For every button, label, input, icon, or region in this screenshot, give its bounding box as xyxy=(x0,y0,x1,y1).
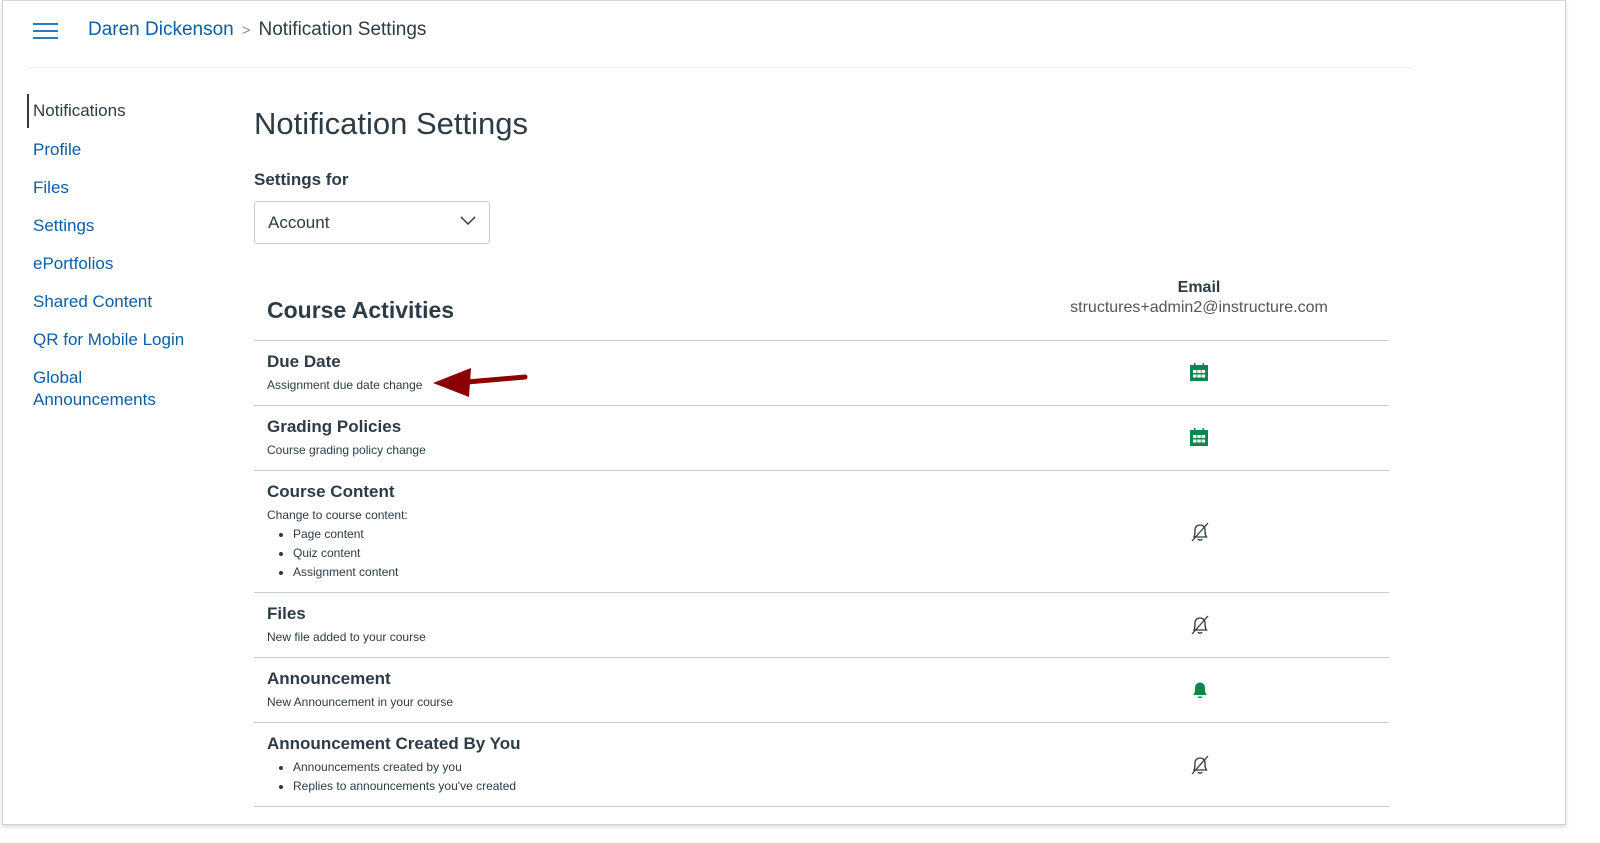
breadcrumb-current: Notification Settings xyxy=(258,19,427,40)
sidebar-item-notifications[interactable]: Notifications xyxy=(27,94,227,128)
notification-row: Due Date Assignment due date change xyxy=(254,341,1389,406)
sidebar-item-files[interactable]: Files xyxy=(27,177,227,199)
bullet-item: Replies to announcements you've created xyxy=(293,777,1376,796)
sidebar-item-shared-content[interactable]: Shared Content xyxy=(27,291,227,313)
notification-row: Announcement New Announcement in your cou… xyxy=(254,658,1389,723)
hamburger-menu-icon[interactable] xyxy=(33,23,58,41)
breadcrumb-user-link[interactable]: Daren Dickenson xyxy=(88,19,234,40)
sidebar-item-qr-login[interactable]: QR for Mobile Login xyxy=(27,329,227,351)
bullet-item: Announcements created by you xyxy=(293,758,1376,777)
header-divider xyxy=(27,67,1413,68)
notification-row: Grading Policies Course grading policy ch… xyxy=(254,406,1389,471)
row-title: Announcement Created By You xyxy=(267,734,521,753)
row-title: Grading Policies xyxy=(267,417,402,436)
row-description: Course grading policy change xyxy=(267,443,426,457)
row-bullets: Page contentQuiz contentAssignment conte… xyxy=(293,525,1376,582)
notification-row: Announcement Created By You Announcements… xyxy=(254,723,1389,807)
settings-for-select[interactable]: Account xyxy=(254,201,490,244)
calendar-icon[interactable] xyxy=(1189,362,1209,384)
email-header-label: Email xyxy=(1177,279,1221,296)
calendar-icon[interactable] xyxy=(1189,427,1209,449)
notification-row: Course ContentChange to course content:P… xyxy=(254,471,1389,593)
page-title: Notification Settings xyxy=(254,106,528,141)
email-address: structures+admin2@instructure.com xyxy=(1070,299,1328,316)
sidebar-item-global-announcements[interactable]: Global Announcements xyxy=(27,367,157,411)
bell-icon[interactable] xyxy=(1189,679,1209,701)
notification-row: Files New file added to your course xyxy=(254,593,1389,658)
row-title: Course Content xyxy=(267,482,395,501)
sidebar-item-eportfolios[interactable]: ePortfolios xyxy=(27,253,227,275)
annotation-arrow xyxy=(433,368,528,397)
sidebar: Notifications Profile Files Settings ePo… xyxy=(27,94,227,427)
sidebar-item-profile[interactable]: Profile xyxy=(27,139,227,161)
sidebar-item-settings[interactable]: Settings xyxy=(27,215,227,237)
email-column-header: Email structures+admin2@instructure.com xyxy=(1044,279,1354,317)
section-title: Course Activities xyxy=(267,297,455,323)
page-frame: Daren Dickenson > Notification Settings No… xyxy=(2,0,1566,825)
bell-off-icon[interactable] xyxy=(1189,521,1209,543)
bullet-item: Assignment content xyxy=(293,563,1376,582)
select-value: Account xyxy=(268,213,330,232)
chevron-right-icon: > xyxy=(241,22,251,39)
breadcrumb: Daren Dickenson > Notification Settings xyxy=(88,19,426,41)
main-content: Notification Settings Settings for Accou… xyxy=(254,106,1389,807)
chevron-down-icon xyxy=(460,216,476,226)
bullet-item: Quiz content xyxy=(293,544,1376,563)
bullet-item: Page content xyxy=(293,525,1376,544)
bell-off-icon[interactable] xyxy=(1189,614,1209,636)
table-header: Course Activities Email structures+admin2… xyxy=(254,279,1389,341)
row-bullets: Announcements created by youReplies to a… xyxy=(293,758,1376,796)
settings-for-label: Settings for xyxy=(254,170,349,189)
bell-off-icon[interactable] xyxy=(1189,754,1209,776)
